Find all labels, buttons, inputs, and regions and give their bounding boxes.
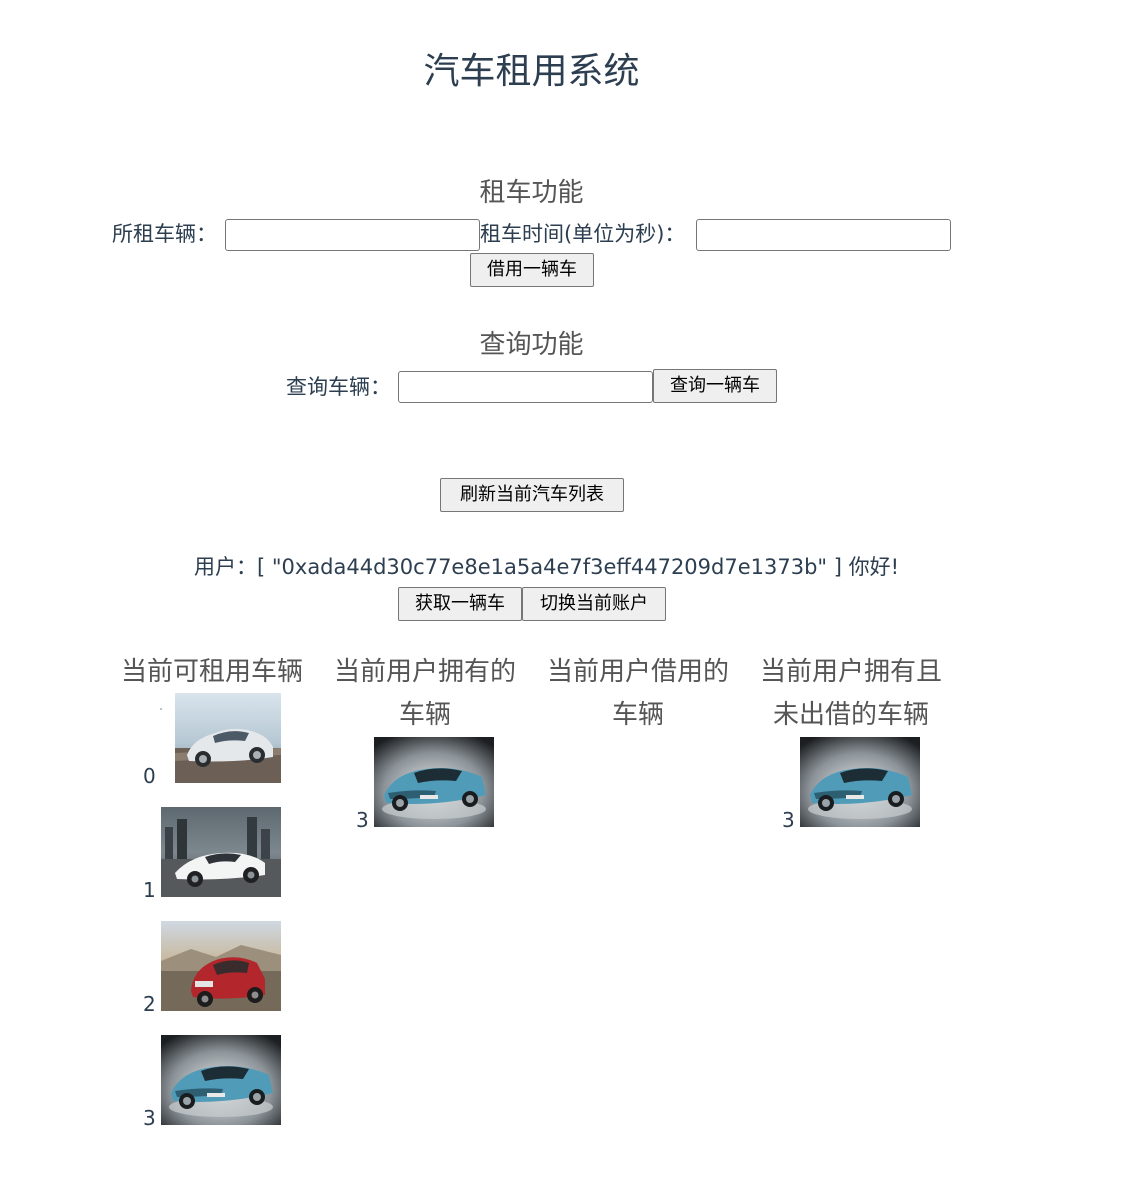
borrowed-cars-title: 当前用户借用的 车辆 — [546, 657, 729, 730]
page-title: 汽车租用系统 — [423, 51, 640, 92]
broken-image-icon — [160, 708, 162, 710]
rent-time-label: 租车时间(单位为秒)： — [480, 222, 686, 246]
car-id: 3 — [356, 808, 369, 832]
query-car-button[interactable]: 查询一辆车 — [653, 369, 777, 403]
rent-section-heading: 租车功能 — [479, 178, 584, 208]
user-prefix: 用户： — [194, 555, 257, 579]
query-car-label: 查询车辆： — [286, 375, 391, 399]
car-id: 3 — [782, 808, 795, 832]
car-id: 0 — [143, 764, 156, 788]
query-car-input[interactable] — [398, 371, 653, 403]
user-account: [ "0xada44d30c77e8e1a5a4e7f3eff447209d7e… — [257, 555, 842, 579]
switch-account-button[interactable]: 切换当前账户 — [522, 587, 666, 621]
car-id: 1 — [143, 878, 156, 902]
car-id: 3 — [143, 1106, 156, 1130]
car-image-blue-concept-car — [161, 1035, 281, 1125]
user-greeting: 你好! — [848, 555, 900, 579]
rent-car-label: 所租车辆： — [112, 222, 217, 246]
car-image-white-lamborghini — [161, 807, 281, 897]
car-image-red-bmw — [161, 921, 281, 1011]
user-info: 用户：[ "0xada44d30c77e8e1a5a4e7f3eff447209… — [194, 553, 899, 581]
owned-not-lent-cars-title: 当前用户拥有且 未出借的车辆 — [759, 657, 942, 730]
rent-time-input[interactable] — [696, 219, 951, 251]
available-cars-title: 当前可租用车辆 — [120, 657, 303, 687]
car-image-blue-concept-car — [800, 737, 920, 827]
borrow-car-button[interactable]: 借用一辆车 — [470, 253, 594, 287]
get-car-button[interactable]: 获取一辆车 — [398, 587, 522, 621]
car-image-blue-concept-car — [374, 737, 494, 827]
query-section-heading: 查询功能 — [479, 330, 584, 360]
car-image-silver-porsche — [175, 693, 281, 783]
car-id: 2 — [143, 992, 156, 1016]
rent-car-input[interactable] — [225, 219, 480, 251]
owned-cars-title: 当前用户拥有的 车辆 — [333, 657, 516, 730]
refresh-car-list-button[interactable]: 刷新当前汽车列表 — [440, 478, 624, 512]
